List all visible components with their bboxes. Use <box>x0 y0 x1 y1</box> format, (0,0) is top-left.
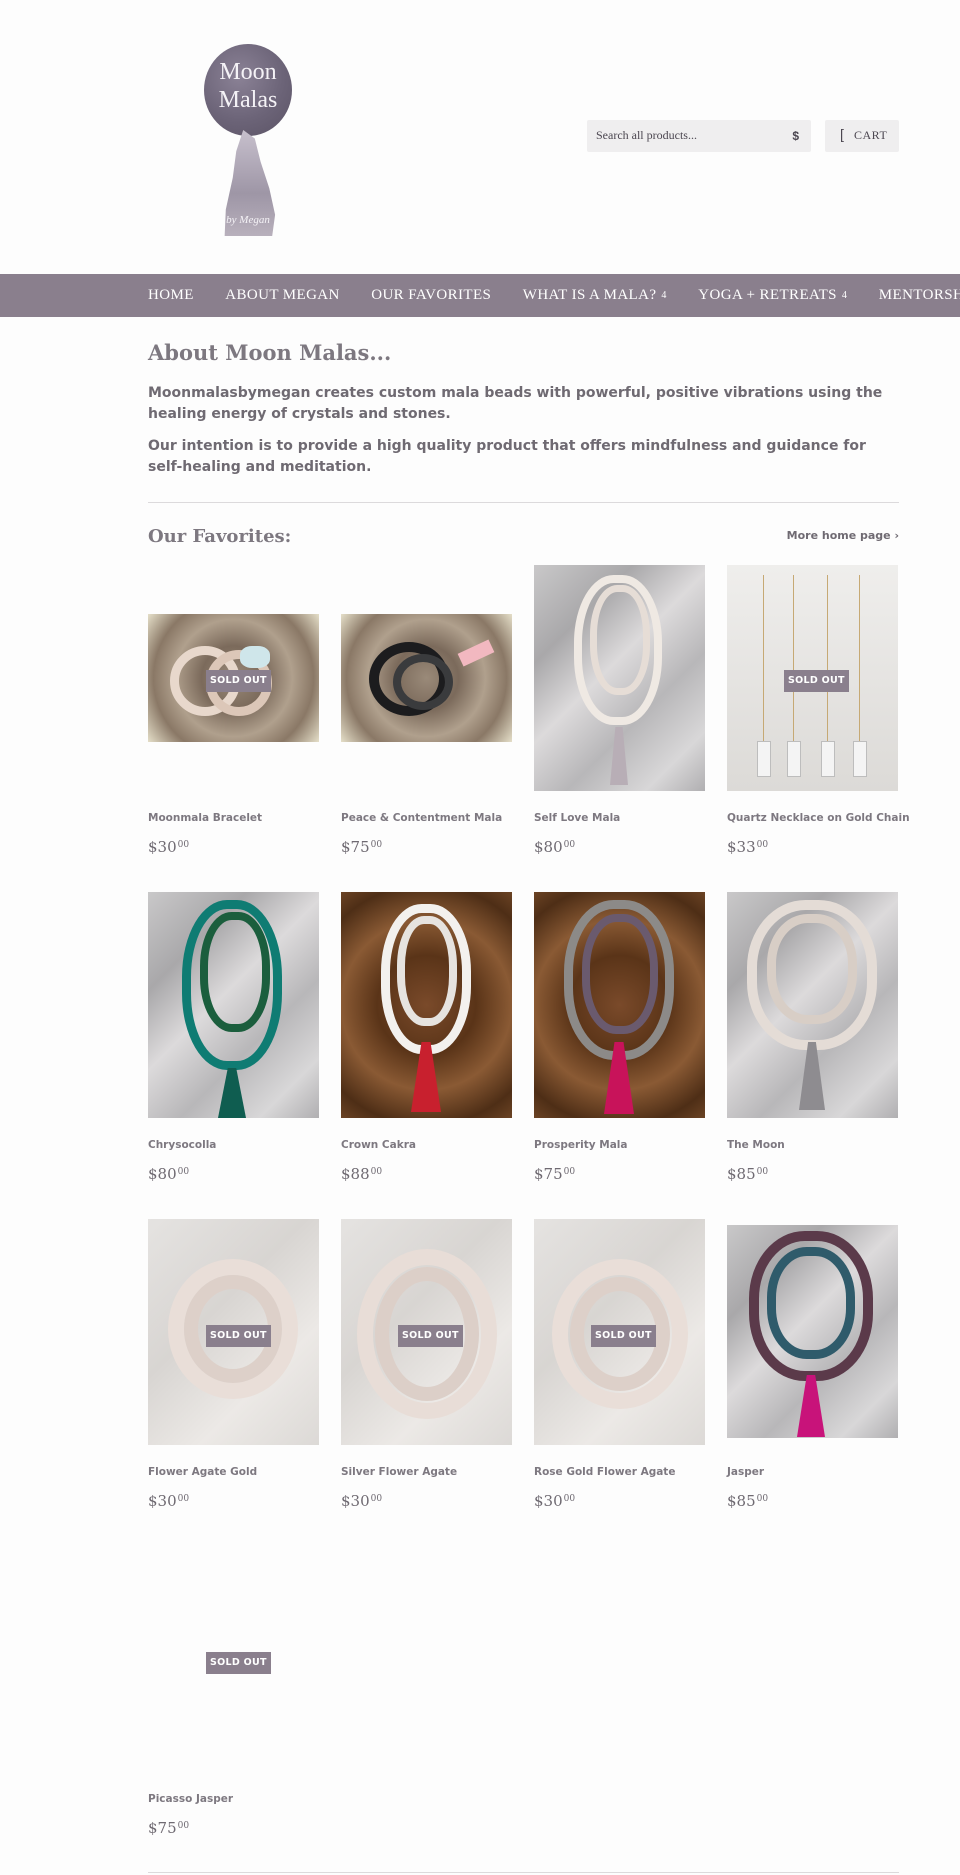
tassel <box>797 1375 825 1437</box>
mala-beads <box>397 916 457 1026</box>
product-price: $7500 <box>341 838 383 856</box>
search-input[interactable]: Search all products... $ <box>587 120 811 152</box>
nav-item-our-favorites[interactable]: OUR FAVORITES <box>371 274 491 317</box>
product-name[interactable]: Peace & Contentment Mala <box>341 812 502 824</box>
quartz-point <box>757 741 771 777</box>
footer-divider <box>148 1872 899 1873</box>
nav-label: ABOUT MEGAN <box>225 287 340 303</box>
main-nav: HOME ABOUT MEGAN OUR FAVORITES WHAT IS A… <box>0 274 960 317</box>
nav-item-mentorship[interactable]: MENTORSHIP <box>879 274 960 317</box>
cart-icon: [ <box>840 126 844 142</box>
chain <box>793 575 794 745</box>
quartz-point <box>853 741 867 777</box>
nav-label: MENTORSHIP <box>878 287 960 303</box>
crystal <box>240 646 270 668</box>
about-title: About Moon Malas... <box>148 340 392 365</box>
product-name[interactable]: Moonmala Bracelet <box>148 812 262 824</box>
nav-label: WHAT IS A MALA? <box>522 287 657 303</box>
product-name[interactable]: Prosperity Mala <box>534 1139 628 1151</box>
sold-out-badge: SOLD OUT <box>206 1325 271 1347</box>
site-header: Moon Malas by Megan Search all products.… <box>0 0 960 274</box>
product-price: $8500 <box>727 1165 769 1183</box>
product-name[interactable]: Quartz Necklace on Gold Chain <box>727 812 910 824</box>
sold-out-badge: SOLD OUT <box>398 1325 463 1347</box>
chain <box>859 575 860 745</box>
product-name[interactable]: Rose Gold Flower Agate <box>534 1466 675 1478</box>
mala-beads <box>393 654 453 710</box>
about-paragraph-2: Our intention is to provide a high quali… <box>148 438 866 475</box>
product-name[interactable]: Jasper <box>727 1466 764 1478</box>
sold-out-badge: SOLD OUT <box>784 670 849 692</box>
product-price: $7500 <box>534 1165 576 1183</box>
product-image-jasper[interactable] <box>727 1225 898 1438</box>
logo-text-line2: Malas <box>218 87 278 113</box>
product-name[interactable]: Picasso Jasper <box>148 1793 233 1805</box>
product-price: $3000 <box>148 1492 190 1510</box>
nav-item-home[interactable]: HOME <box>148 274 194 317</box>
product-name[interactable]: Flower Agate Gold <box>148 1466 257 1478</box>
product-image-the-moon[interactable] <box>727 892 898 1118</box>
nav-label: HOME <box>148 287 194 303</box>
favorites-title: Our Favorites: <box>148 526 292 547</box>
tassel <box>610 727 628 785</box>
nav-item-yoga-retreats[interactable]: YOGA + RETREATS 4 <box>698 274 847 317</box>
search-placeholder: Search all products... <box>596 128 697 142</box>
product-price: $3300 <box>727 838 769 856</box>
nav-item-what-is-a-mala[interactable]: WHAT IS A MALA? 4 <box>523 274 667 317</box>
chain <box>827 575 828 745</box>
sold-out-badge: SOLD OUT <box>206 1652 271 1674</box>
chevron-down-icon: 4 <box>661 290 667 301</box>
site-logo[interactable]: Moon Malas by Megan <box>202 44 298 236</box>
product-name[interactable]: Chrysocolla <box>148 1139 216 1151</box>
product-name[interactable]: Crown Cakra <box>341 1139 416 1151</box>
product-price: $8500 <box>727 1492 769 1510</box>
quartz-point <box>787 741 801 777</box>
product-price: $7500 <box>148 1819 190 1837</box>
product-name[interactable]: Silver Flower Agate <box>341 1466 457 1478</box>
chain <box>763 575 764 745</box>
search-icon[interactable]: $ <box>792 129 799 143</box>
about-paragraph-1: Moonmalasbymegan creates custom mala bea… <box>148 385 883 422</box>
sold-out-badge: SOLD OUT <box>206 670 271 692</box>
nav-label: OUR FAVORITES <box>371 287 492 303</box>
product-image-prosperity-mala[interactable] <box>534 892 705 1118</box>
mala-beads <box>200 912 270 1032</box>
product-price: $8000 <box>148 1165 190 1183</box>
logo-text-line1: Moon <box>219 59 277 85</box>
product-name[interactable]: The Moon <box>727 1139 785 1151</box>
more-home-page-link[interactable]: More home page › <box>787 529 899 542</box>
tassel <box>799 1042 825 1110</box>
mala-beads <box>590 585 650 695</box>
product-image-chrysocolla[interactable] <box>148 892 319 1118</box>
mala-beads <box>582 914 658 1034</box>
product-price: $3000 <box>148 838 190 856</box>
quartz-point <box>821 741 835 777</box>
nav-label: YOGA + RETREATS <box>698 287 837 303</box>
product-image-peace-contentment-mala[interactable] <box>341 614 512 742</box>
chevron-down-icon: 4 <box>841 290 848 301</box>
product-price: $8000 <box>534 838 576 856</box>
logo-byline: by Megan <box>226 214 270 226</box>
product-price: $3000 <box>341 1492 383 1510</box>
cart-label: CART <box>854 128 888 142</box>
product-price: $8800 <box>341 1165 383 1183</box>
nav-item-about-megan[interactable]: ABOUT MEGAN <box>225 274 340 317</box>
logo-text: Moon Malas <box>202 58 294 114</box>
product-image-self-love-mala[interactable] <box>534 565 705 791</box>
product-image-crown-cakra[interactable] <box>341 892 512 1118</box>
mala-beads <box>767 1247 855 1359</box>
product-name[interactable]: Self Love Mala <box>534 812 620 824</box>
tassel <box>218 1068 246 1118</box>
mala-beads <box>767 914 857 1024</box>
section-divider <box>148 502 899 503</box>
tassel <box>457 639 495 667</box>
sold-out-badge: SOLD OUT <box>591 1325 656 1347</box>
cart-button[interactable]: [ CART <box>825 120 899 152</box>
product-price: $3000 <box>534 1492 576 1510</box>
